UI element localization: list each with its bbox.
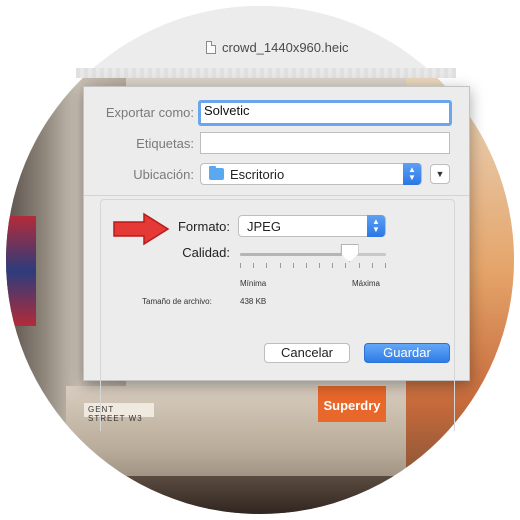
save-button[interactable]: Guardar xyxy=(364,343,450,363)
crowd-image xyxy=(66,476,466,514)
export-dialog: Exportar como: Solvetic Etiquetas: Ubica… xyxy=(83,86,470,431)
format-label: Formato: xyxy=(177,219,230,234)
location-stepper-icon: ▲ ▼ xyxy=(403,163,421,185)
location-popup[interactable]: Escritorio ▲ ▼ xyxy=(200,163,422,185)
tags-label: Etiquetas: xyxy=(136,136,194,151)
cancel-button[interactable]: Cancelar xyxy=(264,343,350,363)
quality-min-label: Mínima xyxy=(240,279,267,288)
format-value: JPEG xyxy=(247,218,281,234)
location-label: Ubicación: xyxy=(133,167,194,182)
window-title: crowd_1440x960.heic xyxy=(206,40,348,55)
location-value: Escritorio xyxy=(230,166,285,182)
quality-slider-track[interactable] xyxy=(240,253,386,256)
format-popup[interactable]: JPEG ▲ ▼ xyxy=(238,215,386,237)
quality-max-label: Máxima xyxy=(352,279,381,288)
quality-slider-ticks xyxy=(240,263,386,268)
file-size-label: Tamaño de archivo: xyxy=(142,297,212,306)
titlebar-stripes xyxy=(76,68,456,78)
divider xyxy=(84,195,469,196)
tags-field[interactable] xyxy=(200,132,450,154)
quality-slider-fill xyxy=(240,253,350,256)
export-as-field[interactable]: Solvetic xyxy=(198,100,452,126)
folder-icon xyxy=(209,166,224,180)
flag-image xyxy=(6,216,36,326)
format-stepper-icon: ▲ ▼ xyxy=(367,215,385,237)
chevron-down-icon[interactable]: ▼ xyxy=(430,164,450,184)
file-icon xyxy=(206,41,216,54)
file-size-value: 438 KB xyxy=(240,297,267,306)
quality-label: Calidad: xyxy=(182,245,230,260)
export-as-label: Exportar como: xyxy=(105,105,194,120)
window-title-text: crowd_1440x960.heic xyxy=(222,40,349,55)
